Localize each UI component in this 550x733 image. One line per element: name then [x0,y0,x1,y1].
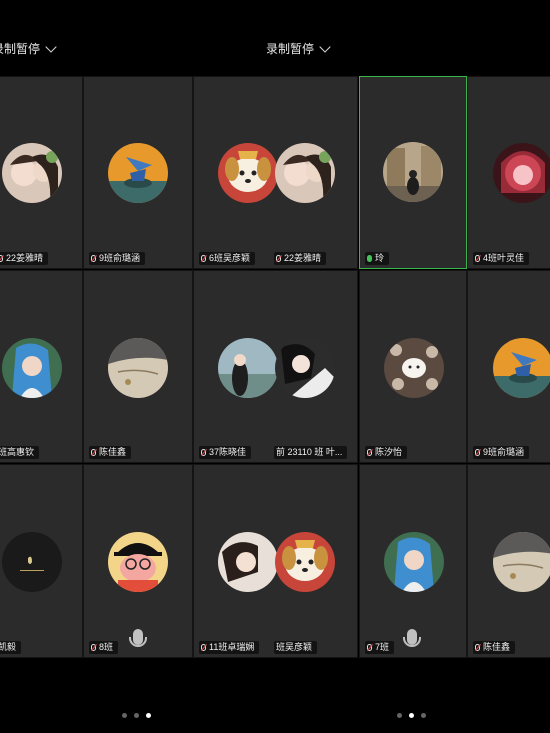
microphone-icon [403,629,421,647]
page-dot[interactable] [421,713,426,718]
participant-avatar [493,532,550,592]
participant-avatar [108,143,168,203]
participant-avatar [108,532,168,592]
participant-tile[interactable]: 陈汐怡 [359,270,467,463]
participant-label: 凯毅 [0,641,22,654]
participant-avatar [383,142,443,202]
left-recording-status[interactable]: 录制暂停 [0,40,57,57]
page-dot-active[interactable] [146,713,151,718]
participant-avatar [108,338,168,398]
mic-muted-icon [475,449,480,456]
participant-avatar [2,143,62,203]
participant-label: 22姜雅晴 [0,252,49,265]
participant-tile[interactable]: 陈佳鑫 [83,270,193,463]
participant-label: 陈汐怡 [365,446,408,459]
microphone-button[interactable] [399,624,425,650]
participant-label: 37陈晓佳 [199,446,252,459]
page-dot[interactable] [134,713,139,718]
participant-tile[interactable]: 9班俞璐涵 [83,76,193,269]
participant-tile-active-speaker[interactable]: 玲 [359,76,467,269]
chevron-down-icon [45,40,57,53]
participant-label: 6班吴彦颖 [199,252,256,265]
participant-label: 11班卓瑞娴 [199,641,260,654]
microphone-icon [129,629,147,647]
mic-muted-icon [91,255,96,262]
participant-tile[interactable]: 6班吴彦颖 22姜雅晴 [193,76,358,269]
participant-tile[interactable]: 陈佳鑫 [467,464,550,658]
participant-tile[interactable]: 班高惠钦 [0,270,83,463]
participant-avatar [218,532,278,592]
participant-label: 7班 [365,641,395,654]
participant-avatar [275,338,335,398]
page-dot[interactable] [122,713,127,718]
participant-avatar [2,532,62,592]
participant-label: 玲 [365,252,390,265]
mic-muted-icon [276,255,281,262]
participant-avatar [384,532,444,592]
participant-label: 班高惠钦 [0,446,40,459]
participant-label: 陈佳鑫 [89,446,132,459]
participant-tile[interactable]: 11班卓瑞娴 班吴彦颖 [193,464,358,658]
participant-avatar [384,338,444,398]
mic-muted-icon [201,255,206,262]
mic-muted-icon [0,255,3,262]
participant-label: 22姜雅晴 [274,252,327,265]
participant-tile[interactable]: 4班叶灵佳 [467,76,550,269]
participant-label: 8班 [89,641,119,654]
participant-tile[interactable]: 9班俞璐涵 [467,270,550,463]
participant-label: 陈佳鑫 [473,641,516,654]
participant-tile[interactable]: 凯毅 [0,464,83,658]
mic-muted-icon [367,449,372,456]
mic-muted-icon [91,644,96,651]
mic-muted-icon [475,644,480,651]
mic-muted-icon [201,644,206,651]
page-dot[interactable] [397,713,402,718]
microphone-button[interactable] [125,624,151,650]
participant-avatar [275,532,335,592]
participant-label: 前 23110 班 叶... [274,446,348,459]
participant-label: 班吴彦颖 [274,641,318,654]
participant-tile[interactable]: 22姜雅晴 [0,76,83,269]
participant-tile[interactable]: 37陈晓佳 前 23110 班 叶... [193,270,358,463]
participant-label: 9班俞璐涵 [473,446,530,459]
page-dot-active[interactable] [409,713,414,718]
participant-avatar [493,143,550,203]
right-page-indicator[interactable] [397,713,426,718]
left-page-indicator[interactable] [122,713,151,718]
mic-muted-icon [367,644,372,651]
participant-label: 4班叶灵佳 [473,252,530,265]
participant-avatar [2,338,62,398]
recording-label: 录制暂停 [266,42,315,56]
mic-muted-icon [201,449,206,456]
right-recording-status[interactable]: 录制暂停 [266,40,331,57]
participant-avatar [493,338,550,398]
participant-label: 9班俞璐涵 [89,252,146,265]
mic-muted-icon [91,449,96,456]
participant-avatar [275,143,335,203]
participant-avatar [218,143,278,203]
participant-avatar [218,338,278,398]
mic-active-icon [367,255,372,262]
recording-label: 录制暂停 [0,42,41,56]
top-bar [0,0,550,76]
chevron-down-icon [319,40,331,53]
mic-muted-icon [475,255,480,262]
